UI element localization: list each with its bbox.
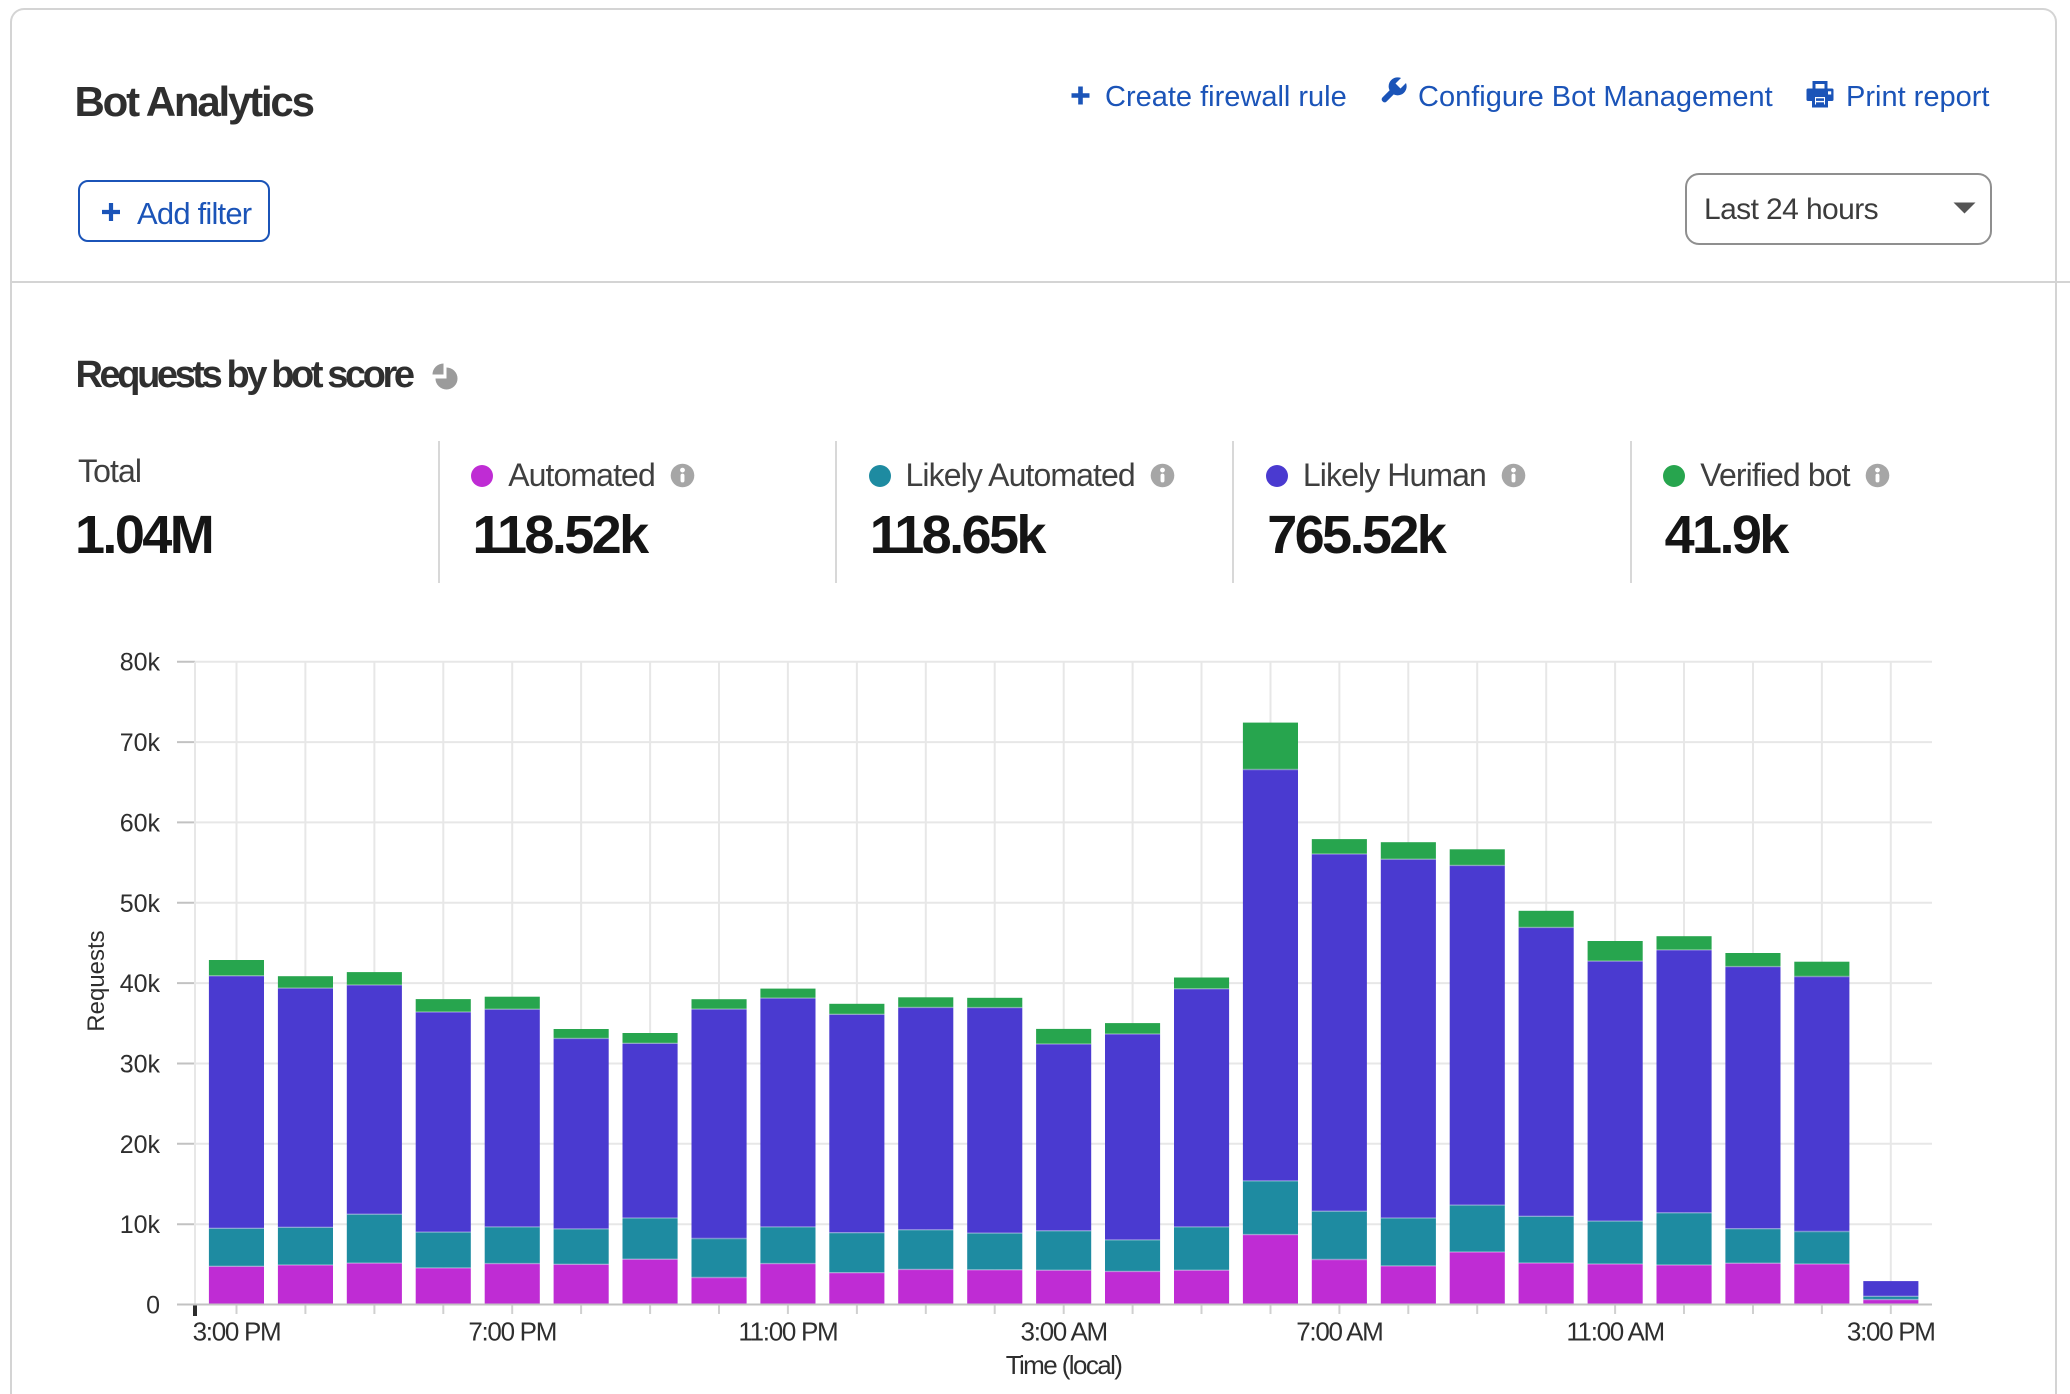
- svg-text:70k: 70k: [120, 729, 161, 757]
- svg-text:7:00 PM: 7:00 PM: [468, 1317, 556, 1347]
- svg-text:11:00 AM: 11:00 AM: [1566, 1317, 1664, 1347]
- svg-text:0: 0: [146, 1292, 160, 1320]
- svg-text:20k: 20k: [120, 1131, 161, 1159]
- svg-text:3:00 PM: 3:00 PM: [1847, 1317, 1935, 1347]
- svg-text:Time (local): Time (local): [1006, 1350, 1123, 1380]
- svg-text:Requests: Requests: [83, 930, 110, 1031]
- svg-text:40k: 40k: [120, 970, 161, 998]
- svg-text:60k: 60k: [120, 809, 161, 837]
- svg-text:30k: 30k: [120, 1051, 161, 1079]
- svg-text:3:00 AM: 3:00 AM: [1021, 1317, 1107, 1347]
- svg-text:50k: 50k: [120, 890, 161, 918]
- svg-text:80k: 80k: [120, 649, 161, 677]
- svg-text:3:00 PM: 3:00 PM: [193, 1317, 281, 1347]
- svg-text:10k: 10k: [120, 1211, 161, 1239]
- svg-text:7:00 AM: 7:00 AM: [1296, 1317, 1382, 1347]
- svg-text:11:00 PM: 11:00 PM: [738, 1317, 837, 1347]
